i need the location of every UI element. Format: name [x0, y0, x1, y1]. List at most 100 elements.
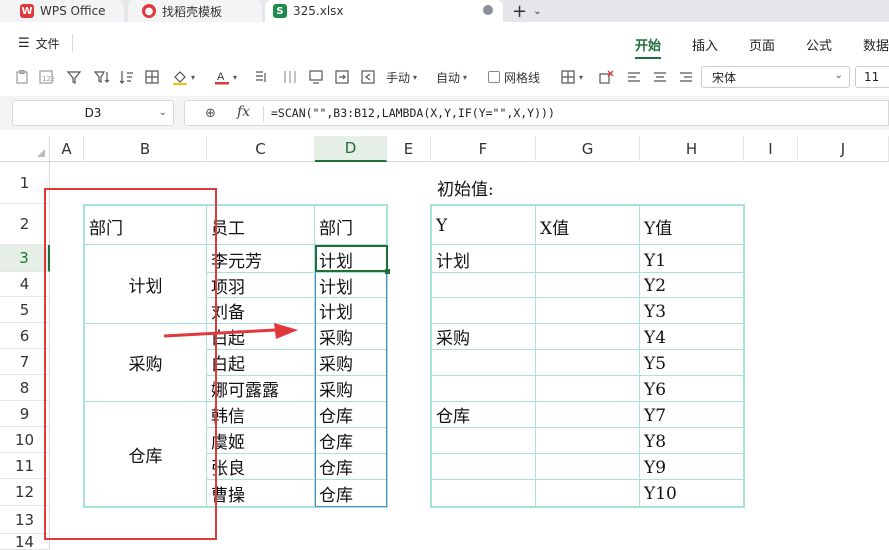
row-header-13[interactable]: 13 [0, 506, 50, 534]
table-border [430, 244, 745, 245]
tab-wps-office[interactable]: W WPS Office [0, 0, 124, 22]
table-border [430, 272, 745, 273]
header-y-value[interactable]: Y值 [640, 212, 672, 240]
merge-button[interactable] [334, 68, 350, 86]
y-value-cell[interactable]: Y1 [640, 248, 666, 273]
format-painter-button[interactable]: 123 [38, 68, 54, 86]
cell-style-button[interactable]: ▾ [560, 68, 583, 86]
function-icon[interactable]: fx [237, 104, 250, 120]
unsaved-dot-icon[interactable] [483, 5, 493, 15]
wrap-button[interactable] [308, 68, 324, 86]
row-header-3[interactable]: 3 [0, 245, 50, 272]
y-value-cell[interactable]: Y2 [640, 274, 666, 298]
row-header-5[interactable]: 5 [0, 297, 50, 323]
staff-cell[interactable]: 娜可露露 [207, 376, 279, 401]
border-grid-icon [145, 70, 159, 84]
col-width-dropdown[interactable]: 自动 ▾ [436, 68, 467, 86]
chevron-down-icon[interactable]: ⌄ [835, 70, 843, 81]
formula-bar[interactable]: ⊕ fx =SCAN("",B3:B12,LAMBDA(X,Y,IF(Y="",… [184, 100, 889, 126]
file-menu-button[interactable]: ☰ 文件 [18, 35, 60, 52]
row-header-4[interactable]: 4 [0, 272, 50, 297]
active-cell-d3[interactable] [315, 245, 390, 274]
header-x-value[interactable]: X值 [536, 212, 569, 240]
column-header-h[interactable]: H [640, 136, 744, 162]
tab-325-xlsx[interactable]: S 325.xlsx [265, 0, 503, 22]
header-y[interactable]: Y [432, 212, 447, 240]
borders-button[interactable] [144, 68, 160, 86]
table-border [430, 297, 745, 298]
y-value-cell[interactable]: Y6 [640, 377, 666, 402]
row-height-dropdown[interactable]: 手动 ▾ [386, 68, 417, 86]
column-header-g[interactable]: G [536, 136, 640, 162]
column-header-e[interactable]: E [387, 136, 431, 162]
chevron-down-icon[interactable]: ▾ [579, 73, 583, 82]
chevron-down-icon[interactable]: ⌄ [533, 6, 541, 17]
row-header-14[interactable]: 14 [0, 533, 50, 550]
row-header-12[interactable]: 12 [0, 479, 50, 506]
row-header-11[interactable]: 11 [0, 453, 50, 479]
y-cell[interactable]: 采购 [432, 324, 470, 349]
column-header-j[interactable]: J [798, 136, 889, 162]
align-left-button[interactable] [626, 68, 642, 86]
header-result-dept[interactable]: 部门 [315, 212, 353, 240]
y-value-cell[interactable]: Y7 [640, 403, 666, 428]
row-header-2[interactable]: 2 [0, 204, 50, 245]
chevron-down-icon: ▾ [413, 72, 418, 82]
table-border [430, 204, 745, 206]
y-value-cell[interactable]: Y4 [640, 325, 666, 350]
tab-data[interactable]: 数据 [863, 35, 889, 54]
tab-daoke-templates[interactable]: ● 找稻壳模板 [128, 0, 262, 22]
table-border [430, 349, 745, 350]
select-all-corner[interactable] [0, 136, 50, 162]
clear-format-button[interactable] [598, 68, 614, 86]
chevron-down-icon[interactable]: ⌄ [159, 107, 167, 118]
font-name-select[interactable]: 宋体 ⌄ [701, 66, 850, 88]
tab-home[interactable]: 开始 [635, 35, 662, 59]
y-cell[interactable]: 计划 [432, 247, 470, 272]
align-right-button[interactable] [678, 68, 694, 86]
font-color-button[interactable]: A ▾ [214, 68, 237, 86]
fill-color-button[interactable]: ▾ [172, 68, 195, 86]
y-cell[interactable]: 仓库 [432, 402, 470, 427]
y-value-cell[interactable]: Y9 [640, 455, 666, 480]
initial-value-title[interactable]: 初始值: [433, 174, 494, 200]
tab-insert[interactable]: 插入 [692, 35, 718, 54]
gridlines-checkbox[interactable]: 网格线 [488, 68, 540, 86]
sort-filter-button[interactable] [94, 68, 110, 86]
font-size-select[interactable]: 11 [855, 66, 889, 88]
y-value-cell[interactable]: Y5 [640, 351, 666, 376]
column-header-c[interactable]: C [207, 136, 315, 162]
row-header-10[interactable]: 10 [0, 427, 50, 453]
row-height-label: 手动 [386, 70, 411, 85]
char-format-button[interactable] [254, 68, 270, 86]
zoom-icon[interactable]: ⊕ [205, 106, 216, 121]
y-value-cell[interactable]: Y8 [640, 429, 666, 454]
filter-button[interactable] [66, 68, 82, 86]
row-header-1[interactable]: 1 [0, 162, 50, 204]
y-value-cell[interactable]: Y10 [640, 481, 677, 507]
paste-button[interactable] [14, 68, 30, 86]
new-tab-button[interactable]: + ⌄ [512, 0, 541, 22]
chevron-down-icon[interactable]: ▾ [233, 73, 237, 82]
column-header-d[interactable]: D [315, 136, 387, 162]
y-value-cell[interactable]: Y3 [640, 299, 666, 324]
formula-input[interactable]: =SCAN("",B3:B12,LAMBDA(X,Y,IF(Y="",X,Y))… [271, 106, 555, 120]
table-border [430, 427, 745, 428]
tab-page[interactable]: 页面 [749, 35, 775, 54]
align-center-button[interactable] [652, 68, 668, 86]
chevron-down-icon[interactable]: ▾ [191, 73, 195, 82]
column-header-f[interactable]: F [431, 136, 536, 162]
indent-button[interactable] [360, 68, 376, 86]
align-columns-button[interactable] [282, 68, 298, 86]
row-header-8[interactable]: 8 [0, 375, 50, 401]
column-header-b[interactable]: B [84, 136, 207, 162]
row-header-6[interactable]: 6 [0, 323, 50, 349]
tab-formula[interactable]: 公式 [806, 35, 832, 54]
sort-button[interactable] [118, 68, 134, 86]
row-header-7[interactable]: 7 [0, 349, 50, 375]
column-header-i[interactable]: I [744, 136, 798, 162]
column-header-a[interactable]: A [50, 136, 84, 162]
row-header-9[interactable]: 9 [0, 401, 50, 427]
checkbox-icon[interactable] [488, 71, 500, 83]
name-box[interactable]: D3 ⌄ [12, 100, 174, 126]
